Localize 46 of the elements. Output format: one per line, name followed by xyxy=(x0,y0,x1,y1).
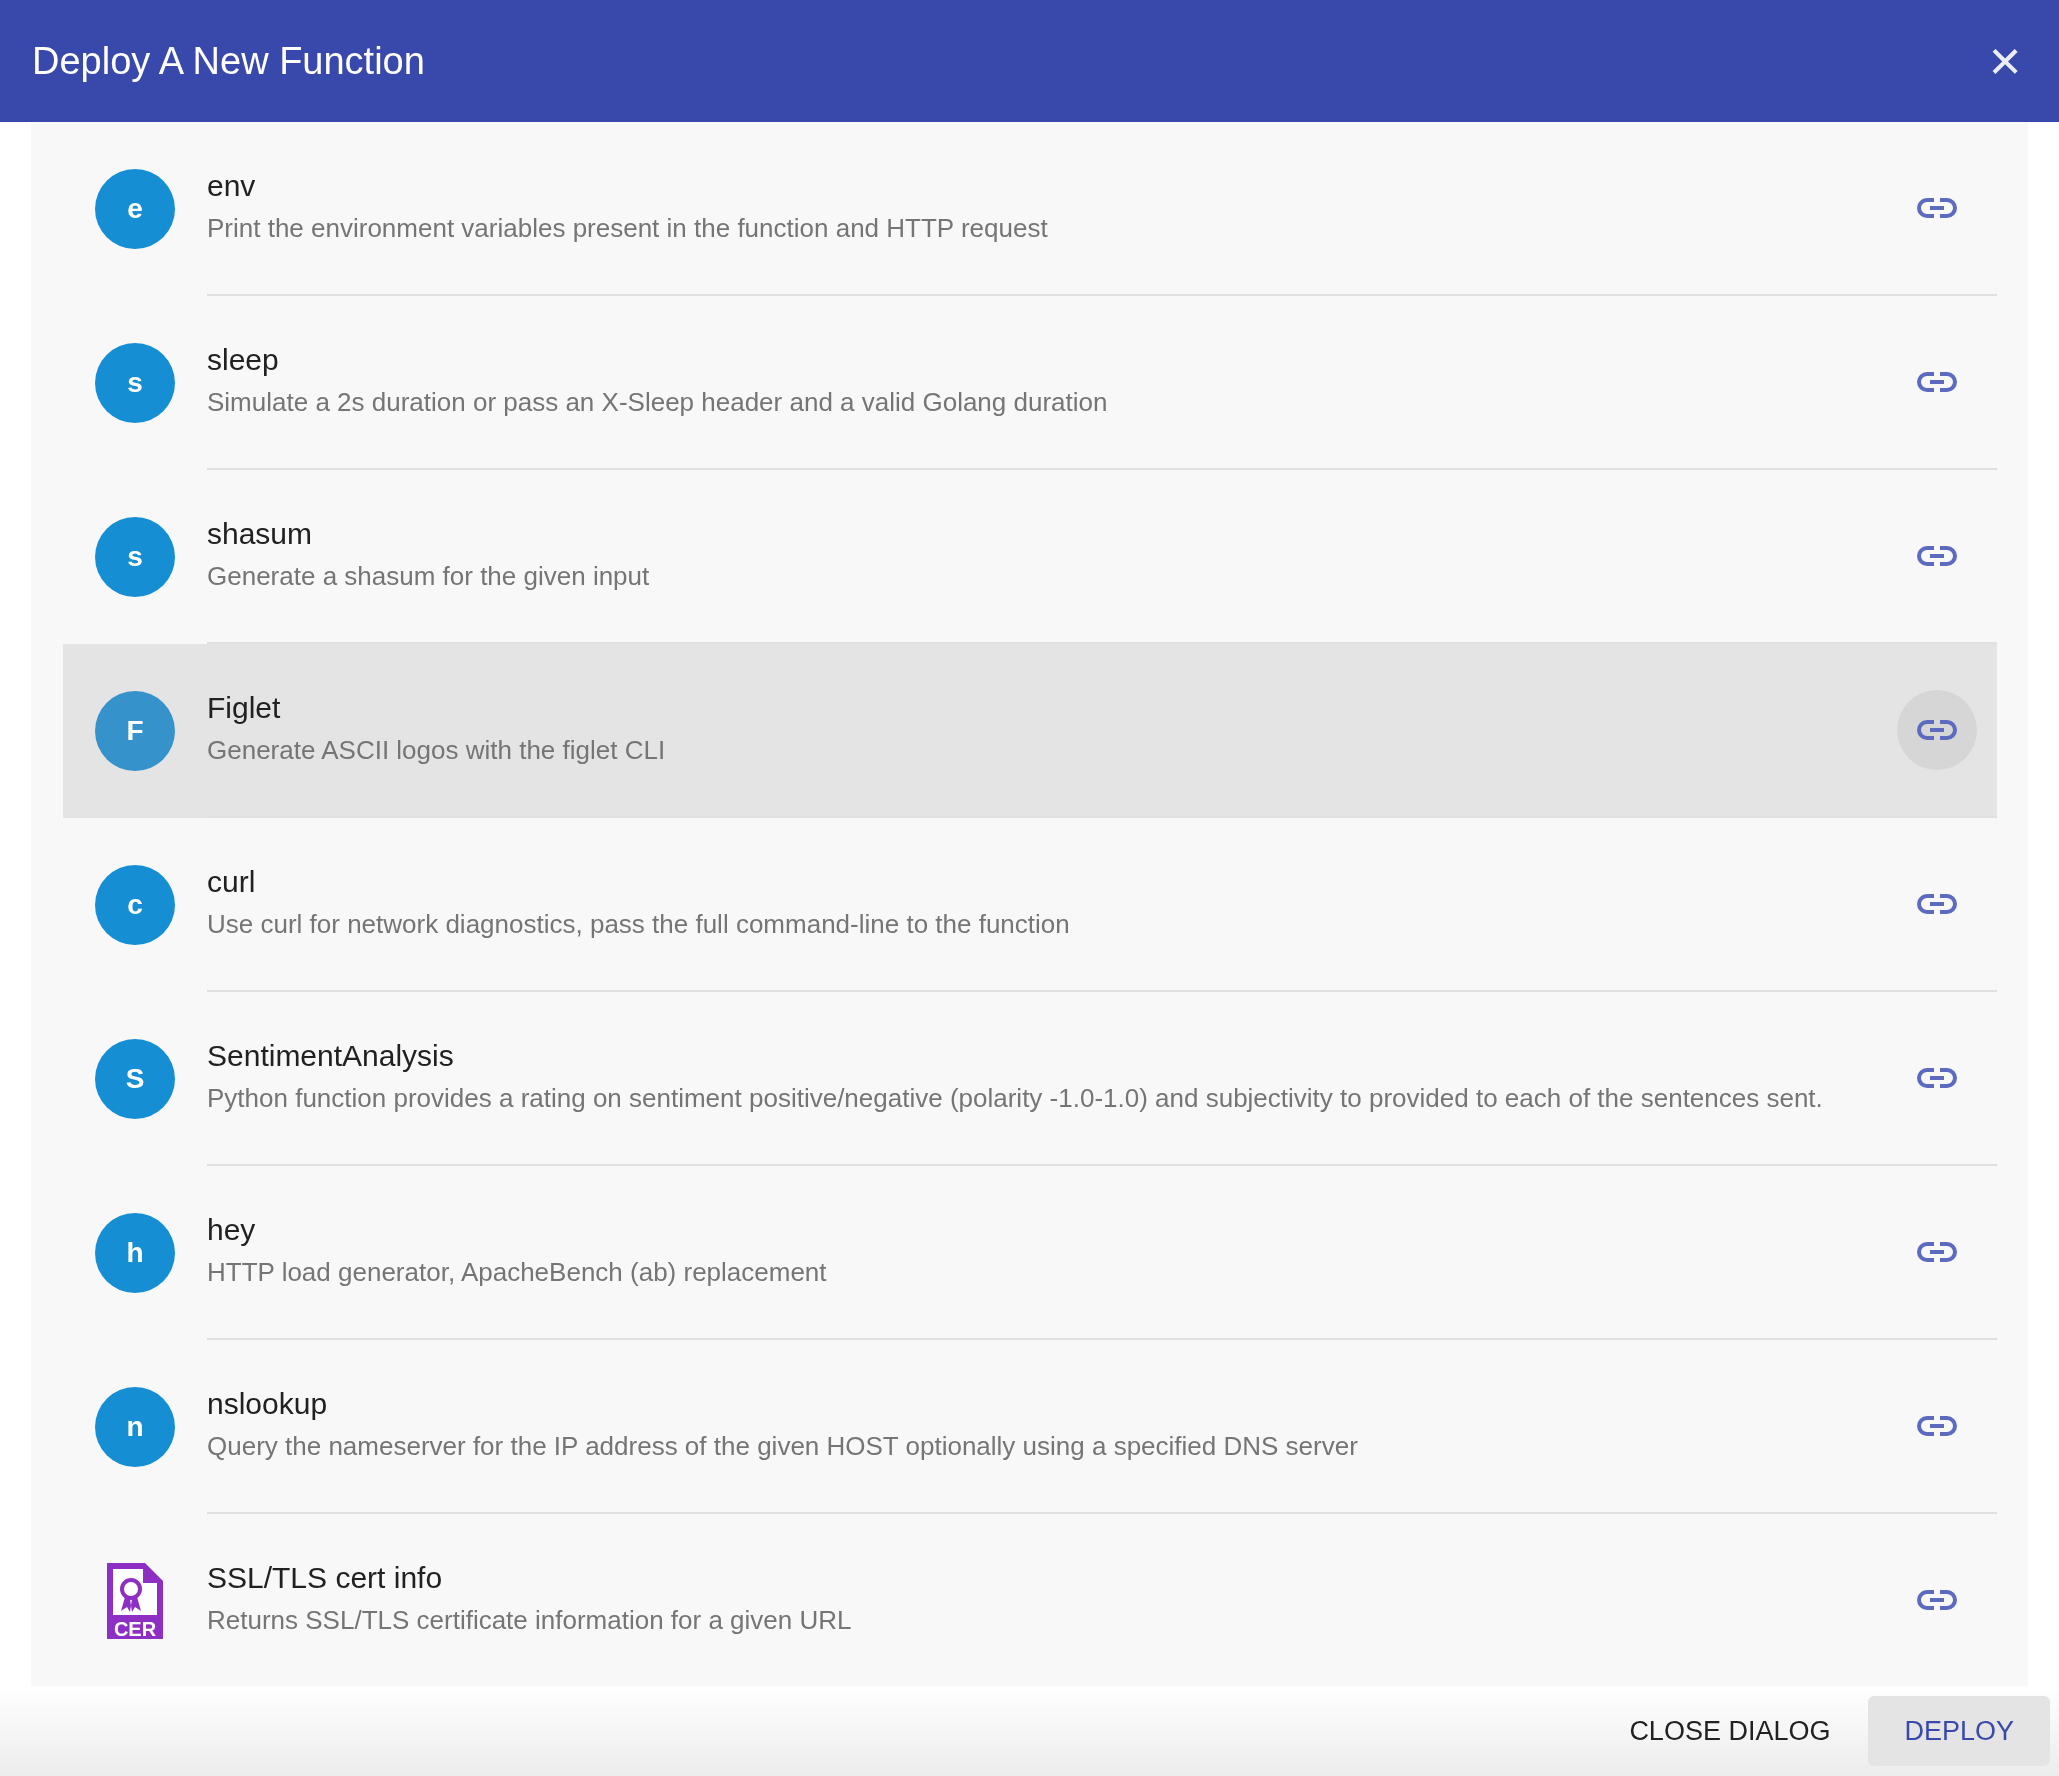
link-icon xyxy=(1917,1066,1957,1090)
letter-avatar: F xyxy=(95,691,175,771)
link-icon xyxy=(1917,196,1957,220)
function-description: Python function provides a rating on sentiment positive/negative (polarity -1.0-1.0) and subjectivity to provided to each of the sentences sent. xyxy=(207,1082,1824,1115)
function-description: Simulate a 2s duration or pass an X-Sleep header and a valid Golang duration xyxy=(207,386,1109,419)
letter-avatar: s xyxy=(95,517,175,597)
function-description: Query the nameserver for the IP address of the given HOST optionally using a specified DNS server xyxy=(207,1430,1359,1463)
letter-avatar: c xyxy=(95,865,175,945)
link-icon xyxy=(1917,718,1957,742)
function-name: curl xyxy=(207,864,257,900)
function-name: SentimentAnalysis xyxy=(207,1038,455,1074)
letter-avatar: n xyxy=(95,1387,175,1467)
function-row[interactable]: e env Print the environment variables present in the function and HTTP request xyxy=(63,122,1997,296)
function-name: SSL/TLS cert info xyxy=(207,1560,444,1596)
function-name: hey xyxy=(207,1212,257,1248)
close-button[interactable]: × xyxy=(1979,35,2031,87)
letter-avatar: S xyxy=(95,1039,175,1119)
function-description: Generate a shasum for the given input xyxy=(207,560,651,593)
function-description: HTTP load generator, ApacheBench (ab) replacement xyxy=(207,1256,828,1289)
function-row[interactable]: c curl Use curl for network diagnostics, pass the full command-line to the function xyxy=(63,818,1997,992)
function-name: nslookup xyxy=(207,1386,329,1422)
function-description: Returns SSL/TLS certificate information for a given URL xyxy=(207,1604,853,1637)
function-name: Figlet xyxy=(207,690,282,726)
link-icon xyxy=(1917,370,1957,394)
dialog-title: Deploy A New Function xyxy=(32,38,425,84)
link-icon xyxy=(1917,1414,1957,1438)
close-dialog-button[interactable]: CLOSE DIALOG xyxy=(1619,1696,1841,1766)
function-description: Print the environment variables present in the function and HTTP request xyxy=(207,212,1049,245)
function-row[interactable]: h hey HTTP load generator, ApacheBench (ab) replacement xyxy=(63,1166,1997,1340)
function-row[interactable]: n nslookup Query the nameserver for the IP address of the given HOST optionally using a specified DNS server xyxy=(63,1340,1997,1514)
function-row[interactable]: S SentimentAnalysis Python function provides a rating on sentiment positive/negative (polarity -1.0-1.0) and subjectivity to provided to each of the sentences sent. xyxy=(63,992,1997,1166)
letter-avatar: e xyxy=(95,169,175,249)
link-icon xyxy=(1917,544,1957,568)
function-name: sleep xyxy=(207,342,280,378)
function-description: Generate ASCII logos with the figlet CLI xyxy=(207,734,667,767)
function-row[interactable]: s sleep Simulate a 2s duration or pass an X-Sleep header and a valid Golang duration xyxy=(63,296,1997,470)
link-icon xyxy=(1917,892,1957,916)
function-row[interactable]: F Figlet Generate ASCII logos with the figlet CLI xyxy=(63,644,1997,818)
letter-avatar: s xyxy=(95,343,175,423)
function-description: Use curl for network diagnostics, pass the full command-line to the function xyxy=(207,908,1071,941)
function-name: env xyxy=(207,168,257,204)
link-icon xyxy=(1917,1588,1957,1612)
letter-avatar: h xyxy=(95,1213,175,1293)
function-name: shasum xyxy=(207,516,314,552)
link-icon xyxy=(1917,1240,1957,1264)
deploy-button[interactable]: DEPLOY xyxy=(1868,1696,2050,1766)
